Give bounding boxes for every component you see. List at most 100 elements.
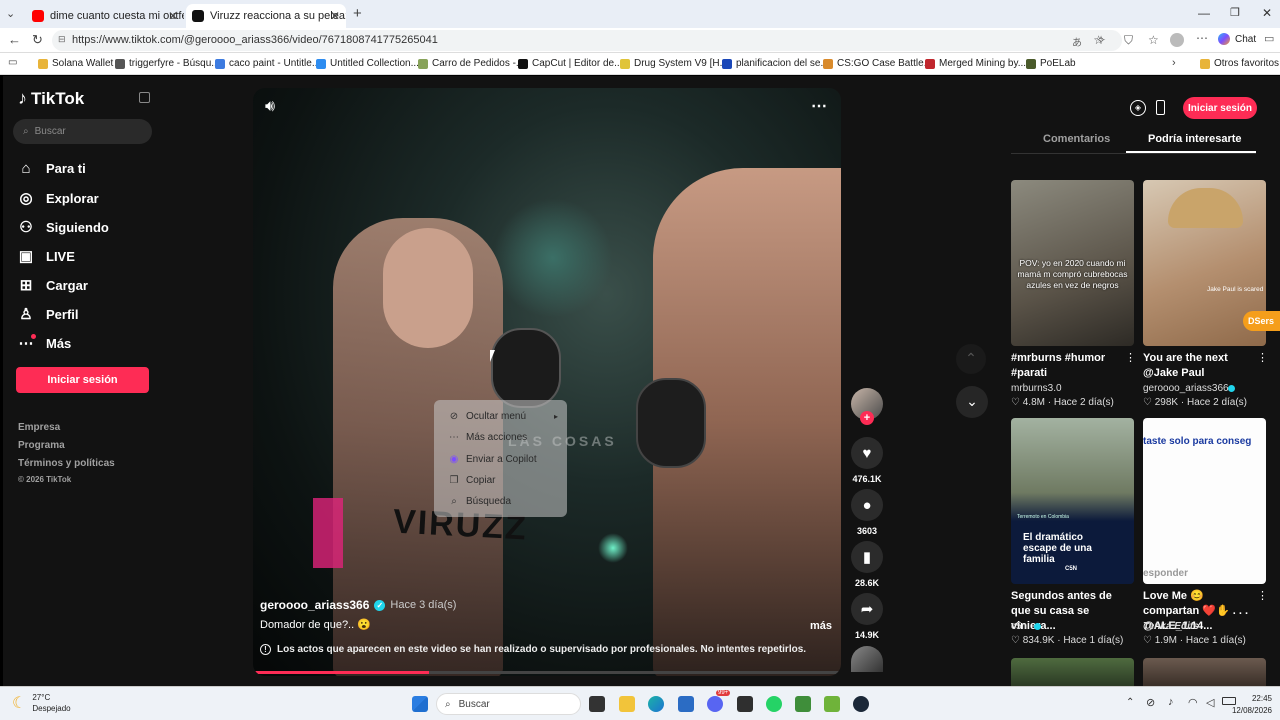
bookmark-item[interactable]: triggerfyre - Búsqu...: [115, 58, 220, 69]
extensions-icon[interactable]: ✧: [1096, 33, 1106, 47]
bookmark-item[interactable]: Carro de Pedidos -...: [418, 58, 524, 69]
video-card-5-peek[interactable]: [1011, 658, 1134, 686]
file-explorer-icon[interactable]: [619, 696, 635, 712]
tab-comentarios[interactable]: Comentarios: [1043, 133, 1110, 145]
prev-video-button[interactable]: ⌃: [956, 344, 986, 374]
card-more-icon[interactable]: ⋮: [1257, 589, 1268, 602]
video-card-4[interactable]: taste solo para conseg esponder: [1143, 418, 1266, 584]
compass-icon[interactable]: ◈: [1130, 100, 1146, 116]
card-title[interactable]: Segundos antes de que su casa se viniera…: [1011, 589, 1131, 634]
discord-icon[interactable]: [707, 696, 723, 712]
dsers-badge[interactable]: DSers: [1243, 311, 1280, 331]
card-author[interactable]: geroooo_ariass366: [1143, 383, 1229, 394]
bookmark-item[interactable]: caco paint - Untitle...: [215, 58, 320, 69]
shield-icon[interactable]: ⛉: [1124, 33, 1133, 48]
save-button[interactable]: ▮ 28.6K: [851, 541, 883, 588]
nav-live[interactable]: ▣ LIVE: [17, 247, 75, 265]
menu-item-ocultar[interactable]: ⊘ Ocultar menú ▸: [448, 411, 558, 422]
collapse-sidebar-icon[interactable]: [139, 92, 150, 103]
wifi-off-icon[interactable]: ⊘: [1146, 696, 1155, 709]
card-more-icon[interactable]: ⋮: [1125, 351, 1136, 364]
back-icon[interactable]: ←: [8, 32, 21, 47]
favorites-icon[interactable]: ☆: [1148, 33, 1159, 47]
menu-item-mas-acciones[interactable]: ⋯ Más acciones: [448, 432, 527, 443]
link-empresa[interactable]: Empresa: [18, 422, 60, 433]
terminal-icon[interactable]: [737, 696, 753, 712]
link-terminos[interactable]: Términos y políticas: [18, 458, 115, 469]
menu-item-copiar[interactable]: ❐ Copiar: [448, 475, 496, 486]
bookmark-item[interactable]: CS:GO Case Battle...: [823, 58, 932, 69]
login-button-top[interactable]: Iniciar sesión: [1183, 97, 1257, 119]
weather-widget[interactable]: ☾ 27°C Despejado: [12, 692, 71, 714]
taskbar-search-input[interactable]: ⌕ Buscar: [436, 693, 581, 715]
card-author[interactable]: c5n: [1011, 621, 1027, 632]
task-view-icon[interactable]: [589, 696, 605, 712]
sidebar-toggle-icon[interactable]: ▭: [1264, 32, 1274, 45]
share-button[interactable]: ➦ 14.9K: [851, 593, 883, 640]
card-author[interactable]: mrburns3.0: [1011, 383, 1062, 394]
profile-avatar[interactable]: [1170, 33, 1184, 47]
bookmark-item[interactable]: Merged Mining by...: [925, 58, 1026, 69]
nav-siguiendo[interactable]: ⚇ Siguiendo: [17, 218, 109, 236]
maximize-button[interactable]: ❐: [1230, 6, 1240, 19]
edge-icon[interactable]: [648, 696, 664, 712]
menu-item-copilot[interactable]: ◉ Enviar a Copilot: [448, 454, 537, 465]
wifi-icon[interactable]: ◠: [1188, 696, 1198, 709]
tray-chevron-icon[interactable]: ⌃: [1126, 697, 1134, 708]
card-more-icon[interactable]: ⋮: [1257, 351, 1268, 364]
follow-plus-icon[interactable]: +: [860, 411, 874, 425]
bookmark-item[interactable]: CapCut | Editor de...: [518, 58, 622, 69]
microphone-icon[interactable]: ♪: [1168, 696, 1174, 708]
reload-icon[interactable]: ↻: [32, 32, 43, 48]
windows-start-icon[interactable]: [412, 696, 428, 712]
chevron-right-icon[interactable]: ›: [1172, 57, 1176, 69]
video-card-6-peek[interactable]: [1143, 658, 1266, 686]
next-video-button[interactable]: ⌄: [956, 386, 988, 418]
nav-para-ti[interactable]: ⌂ Para ti: [17, 160, 85, 177]
clock[interactable]: 22:45 12/08/2026: [1226, 693, 1272, 717]
tiktok-logo[interactable]: ♪ TikTok: [18, 88, 84, 109]
tab-youtube[interactable]: dime cuanto cuesta mi outfeet cal ✕: [26, 4, 184, 28]
card-title[interactable]: You are the next @Jake Paul: [1143, 351, 1258, 381]
progress-bar[interactable]: [253, 671, 841, 674]
login-button[interactable]: Iniciar sesión: [16, 367, 149, 393]
site-info-icon[interactable]: ⊟: [58, 34, 66, 45]
comment-button[interactable]: ● 3603: [851, 489, 883, 536]
volume-icon[interactable]: 🔊︎: [265, 98, 275, 116]
close-tab-icon[interactable]: ✕: [168, 9, 178, 23]
like-button[interactable]: ♥ 476.1K: [851, 437, 883, 484]
bookmark-item[interactable]: PoELab: [1026, 58, 1076, 69]
close-window-button[interactable]: ✕: [1262, 6, 1272, 20]
mobile-icon[interactable]: [1156, 100, 1165, 115]
link-programa[interactable]: Programa: [18, 440, 65, 451]
video-card-1[interactable]: POV: yo en 2020 cuando mi mamá m compró …: [1011, 180, 1134, 346]
video-player[interactable]: VIRUZZ LAS COSAS 🔊︎ ⋯ geroooo_ariass366 …: [253, 88, 841, 676]
minimize-button[interactable]: —: [1198, 6, 1210, 20]
close-tab-icon[interactable]: ✕: [330, 9, 340, 23]
steam-icon[interactable]: [853, 696, 869, 712]
volume-icon[interactable]: ◁: [1206, 696, 1214, 709]
author-name[interactable]: geroooo_ariass366: [260, 598, 369, 612]
reading-list-icon[interactable]: ▭: [8, 57, 17, 68]
nav-explorar[interactable]: ◎ Explorar: [17, 189, 98, 207]
translate-icon[interactable]: あ: [1072, 34, 1082, 49]
card-title[interactable]: #mrburns #humor #parati: [1011, 351, 1126, 381]
video-card-3[interactable]: Terremoto en Colombia El dramático escap…: [1011, 418, 1134, 584]
nav-mas[interactable]: ⋯ Más: [17, 334, 72, 352]
whatsapp-icon[interactable]: [766, 696, 782, 712]
new-tab-button[interactable]: +: [353, 5, 362, 22]
card-author[interactable]: Tenka Edits: [1143, 621, 1199, 632]
tab-list-button[interactable]: ⌄: [6, 7, 15, 20]
menu-item-busqueda[interactable]: ⌕ Búsqueda: [448, 496, 511, 507]
other-favorites[interactable]: Otros favoritos: [1200, 58, 1279, 69]
nav-perfil[interactable]: ♙ Perfil: [17, 305, 78, 323]
minecraft-icon[interactable]: [795, 696, 811, 712]
nav-cargar[interactable]: ⊞ Cargar: [17, 276, 88, 294]
copilot-chat-button[interactable]: Chat: [1218, 33, 1256, 45]
video-more-icon[interactable]: ⋯: [811, 96, 827, 116]
more-menu-icon[interactable]: ⋯: [1196, 31, 1208, 45]
store-icon[interactable]: [678, 696, 694, 712]
bookmark-item[interactable]: Drug System V9 [H...: [620, 58, 728, 69]
url-field[interactable]: ⊟ https://www.tiktok.com/@geroooo_ariass…: [52, 30, 1122, 51]
bookmark-item[interactable]: Untitled Collection...: [316, 58, 419, 69]
